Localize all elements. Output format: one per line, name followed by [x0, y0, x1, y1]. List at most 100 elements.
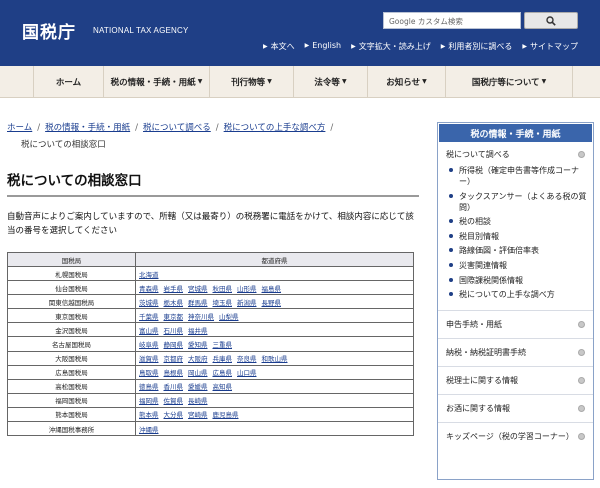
prefecture-link[interactable]: 岡山県 [188, 369, 208, 377]
prefecture-link[interactable]: 埼玉県 [213, 299, 233, 307]
prefecture-link[interactable]: 福井県 [188, 327, 208, 335]
sidebar-subitem[interactable]: 所得税（確定申告書等作成コーナー） [449, 165, 587, 187]
search-input[interactable]: Google カスタム検索 [383, 12, 521, 29]
sidebar-subitem[interactable]: 災害関連情報 [449, 260, 587, 271]
prefecture-link[interactable]: 徳島県 [139, 383, 159, 391]
circle-icon [578, 320, 585, 328]
prefecture-link[interactable]: 石川県 [164, 327, 184, 335]
bureau-name: 沖縄国税事務所 [7, 421, 136, 437]
prefecture-link[interactable]: 滋賀県 [139, 355, 159, 363]
search-button[interactable] [524, 12, 578, 29]
page-title: 税についての相談窓口 [7, 173, 142, 189]
prefecture-link[interactable]: 岩手県 [164, 285, 184, 293]
breadcrumb-howto[interactable]: 税についての上手な調べ方 [224, 123, 326, 133]
prefecture-link[interactable]: 神奈川県 [188, 313, 214, 321]
prefecture-link[interactable]: 和歌山県 [262, 355, 288, 363]
sidebar-section[interactable]: キッズページ（税の学習コーナー） [438, 421, 593, 450]
prefecture-link[interactable]: 富山県 [139, 327, 159, 335]
prefecture-link[interactable]: 愛媛県 [188, 383, 208, 391]
prefecture-link[interactable]: 青森県 [139, 285, 159, 293]
gnav-laws[interactable]: 法令等 ▼ [293, 66, 367, 97]
prefecture-link[interactable]: 長崎県 [188, 397, 208, 405]
table-row: 沖縄国税事務所 沖縄県 [7, 421, 414, 437]
gnav-publications[interactable]: 刊行物等 ▼ [209, 66, 293, 97]
prefecture-link[interactable]: 長野県 [262, 299, 282, 307]
util-link-accessibility[interactable]: 文字拡大・読み上げ [351, 41, 431, 52]
gnav-about[interactable]: 国税庁等について ▼ [445, 66, 573, 97]
bureau-name: 札幌国税局 [7, 265, 136, 282]
prefecture-link[interactable]: 大分県 [164, 411, 184, 419]
circle-icon [578, 376, 585, 384]
util-link-skip[interactable]: 本文へ [263, 41, 295, 52]
bureau-name: 高松国税局 [7, 378, 136, 394]
prefecture-link[interactable]: 東京都 [164, 313, 184, 321]
prefecture-link[interactable]: 愛知県 [188, 341, 208, 349]
prefecture-link[interactable]: 鹿児島県 [213, 411, 239, 419]
prefecture-link[interactable]: 山梨県 [219, 313, 239, 321]
site-logo-english: NATIONAL TAX AGENCY [93, 26, 189, 35]
prefecture-link[interactable]: 茨城県 [139, 299, 159, 307]
prefecture-link[interactable]: 奈良県 [237, 355, 257, 363]
breadcrumb-research[interactable]: 税について調べる [143, 123, 211, 133]
sidebar-subitem[interactable]: 税目別情報 [449, 231, 587, 242]
prefecture-link[interactable]: 香川県 [164, 383, 184, 391]
prefecture-link[interactable]: 群馬県 [188, 299, 208, 307]
prefecture-link[interactable]: 岐阜県 [139, 341, 159, 349]
gnav-home[interactable]: ホーム [33, 66, 103, 97]
prefecture-cell: 茨城県 栃木県 群馬県 埼玉県 新潟県 長野県 [135, 294, 414, 310]
prefecture-cell: 熊本県 大分県 宮崎県 鹿児島県 [135, 406, 414, 423]
search-placeholder: Google カスタム検索 [389, 17, 463, 26]
bureau-name: 広島国税局 [7, 364, 136, 380]
gnav-tax-info[interactable]: 税の情報・手続・用紙 ▼ [103, 66, 209, 97]
prefecture-link[interactable]: 宮城県 [188, 285, 208, 293]
prefecture-link[interactable]: 三重県 [213, 341, 233, 349]
gnav-news[interactable]: お知らせ ▼ [367, 66, 445, 97]
util-link-english[interactable]: English [305, 41, 341, 52]
table-row: 東京国税局 千葉県 東京都 神奈川県 山梨県 [7, 308, 414, 324]
prefecture-link[interactable]: 広島県 [213, 369, 233, 377]
sidebar-subitem[interactable]: 路線価図・評価倍率表 [449, 245, 587, 256]
util-link-sitemap[interactable]: サイトマップ [522, 41, 578, 52]
prefecture-link[interactable]: 高知県 [213, 383, 233, 391]
util-link-user-type[interactable]: 利用者別に調べる [441, 41, 512, 52]
circle-icon [578, 348, 585, 356]
prefecture-link[interactable]: 静岡県 [164, 341, 184, 349]
prefecture-link[interactable]: 山口県 [237, 369, 257, 377]
intro-text: 自動音声によりご案内していますので、所轄（又は最寄り）の税務署に電話をかけて、相… [7, 212, 414, 236]
prefecture-link[interactable]: 島根県 [164, 369, 184, 377]
table-row: 広島国税局 鳥取県 島根県 岡山県 広島県 山口県 [7, 364, 414, 380]
prefecture-link[interactable]: 京都府 [164, 355, 184, 363]
sidebar-subitem[interactable]: 税についての上手な調べ方 [449, 289, 587, 300]
breadcrumb-tax-info[interactable]: 税の情報・手続・用紙 [45, 123, 130, 133]
prefecture-link[interactable]: 熊本県 [139, 411, 159, 419]
sidebar-subitem[interactable]: 税の相談 [449, 216, 587, 227]
prefecture-link[interactable]: 沖縄県 [139, 426, 159, 434]
consultation-table: 国税局 都道府県 札幌国税局 北海道 仙台国税局 青森県 岩手県 宮城県 秋田県 山形県 福島県… [7, 252, 414, 437]
sidebar-section[interactable]: 納税・納税証明書手続 [438, 337, 593, 366]
sidebar-section[interactable]: お酒に関する情報 [438, 393, 593, 422]
prefecture-link[interactable]: 鳥取県 [139, 369, 159, 377]
prefecture-link[interactable]: 福岡県 [139, 397, 159, 405]
sidebar-section[interactable]: 税理士に関する情報 [438, 365, 593, 394]
prefecture-link[interactable]: 北海道 [139, 271, 159, 279]
prefecture-link[interactable]: 佐賀県 [164, 397, 184, 405]
prefecture-link[interactable]: 新潟県 [237, 299, 257, 307]
table-row: 仙台国税局 青森県 岩手県 宮城県 秋田県 山形県 福島県 [7, 280, 414, 296]
prefecture-link[interactable]: 福島県 [262, 285, 282, 293]
prefecture-link[interactable]: 兵庫県 [213, 355, 233, 363]
prefecture-link[interactable]: 大阪府 [188, 355, 208, 363]
breadcrumb-home[interactable]: ホーム [7, 123, 32, 133]
column-header-prefecture: 都道府県 [135, 252, 414, 267]
sidebar-subitem[interactable]: 国際課税関係情報 [449, 275, 587, 286]
site-logo[interactable]: 国税庁 [22, 18, 76, 43]
prefecture-link[interactable]: 秋田県 [213, 285, 233, 293]
prefecture-link[interactable]: 栃木県 [164, 299, 184, 307]
prefecture-cell: 沖縄県 [135, 421, 414, 437]
prefecture-link[interactable]: 宮崎県 [188, 411, 208, 419]
bureau-name: 大阪国税局 [7, 350, 136, 366]
sidebar-item-research[interactable]: 税について調べる [438, 143, 593, 165]
sidebar-section[interactable]: 申告手続・用紙 [438, 309, 593, 338]
prefecture-link[interactable]: 山形県 [237, 285, 257, 293]
sidebar-subitem[interactable]: タックスアンサー（よくある税の質問） [449, 191, 587, 213]
prefecture-link[interactable]: 千葉県 [139, 313, 159, 321]
